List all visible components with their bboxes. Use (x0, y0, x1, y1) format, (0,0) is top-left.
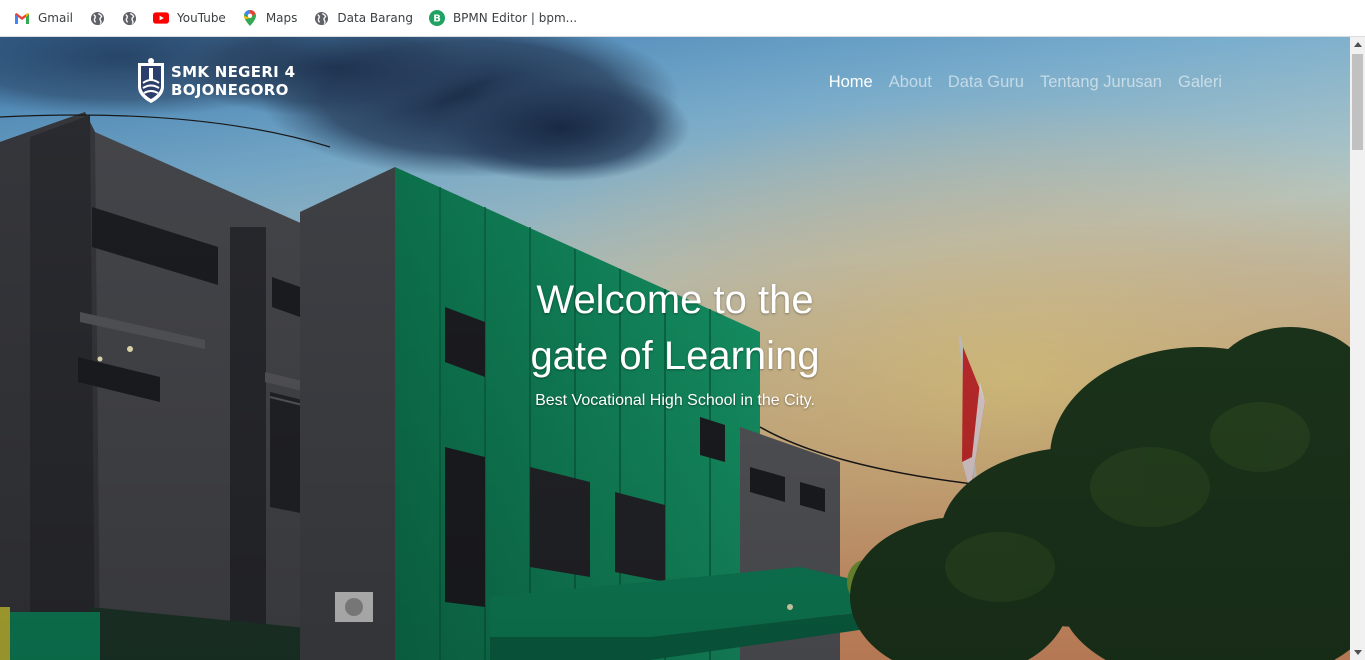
svg-text:B: B (433, 14, 441, 25)
bookmark-label: YouTube (177, 11, 226, 25)
bookmark-globe-2[interactable] (121, 4, 137, 32)
scroll-up-arrow[interactable] (1350, 37, 1365, 52)
bookmark-label: Maps (265, 11, 298, 25)
bookmark-globe-1[interactable] (89, 4, 105, 32)
maps-icon (242, 10, 258, 26)
bookmarks-bar: Gmail YouTube Maps Data Barang B BPMN Ed… (0, 0, 1365, 37)
nav-data-guru[interactable]: Data Guru (948, 73, 1024, 92)
youtube-icon (153, 10, 170, 26)
main-menu: Home About Data Guru Tentang Jurusan Gal… (813, 73, 1222, 92)
site-navbar: SMK NEGERI 4 BOJONEGORO Home About Data … (0, 37, 1350, 129)
hero-title: Welcome to the gate of Learning (0, 272, 1350, 384)
bookmark-youtube[interactable]: YouTube (153, 4, 234, 32)
scroll-down-arrow[interactable] (1350, 645, 1365, 660)
vertical-scrollbar[interactable] (1350, 37, 1365, 660)
triangle-up-icon (1353, 42, 1362, 47)
triangle-down-icon (1353, 650, 1362, 655)
scrollbar-thumb[interactable] (1352, 54, 1363, 150)
nav-galeri[interactable]: Galeri (1178, 73, 1222, 92)
globe-icon (89, 10, 105, 26)
hero-title-line-2: gate of Learning (530, 334, 820, 378)
globe-icon (121, 10, 137, 26)
bookmark-label: Gmail (38, 11, 74, 25)
gmail-icon (14, 10, 30, 26)
hero-title-line-1: Welcome to the (536, 278, 814, 322)
site-logo[interactable]: SMK NEGERI 4 BOJONEGORO (135, 57, 295, 105)
nav-about[interactable]: About (889, 73, 932, 92)
hero-subtitle: Best Vocational High School in the City. (535, 392, 815, 409)
bookmark-gmail[interactable]: Gmail (14, 4, 81, 32)
nav-home[interactable]: Home (829, 73, 873, 92)
school-crest-icon (138, 58, 164, 103)
bookmark-bpmn-editor[interactable]: B BPMN Editor | bpm... (428, 4, 585, 32)
bpmn-icon: B (428, 10, 445, 26)
logo-text: SMK NEGERI 4 BOJONEGORO (171, 63, 295, 99)
globe-icon (313, 10, 329, 26)
hero-section: Welcome to the gate of Learning Best Voc… (0, 272, 1350, 410)
bookmark-maps[interactable]: Maps (242, 4, 306, 32)
bookmark-data-barang[interactable]: Data Barang (313, 4, 421, 32)
logo-line-2: BOJONEGORO (171, 81, 289, 99)
page-viewport: SMK NEGERI 4 BOJONEGORO Home About Data … (0, 37, 1350, 660)
logo-line-1: SMK NEGERI 4 (171, 63, 296, 81)
nav-tentang-jurusan[interactable]: Tentang Jurusan (1040, 73, 1162, 92)
bookmark-label: BPMN Editor | bpm... (452, 11, 578, 25)
bookmark-label: Data Barang (337, 11, 413, 25)
